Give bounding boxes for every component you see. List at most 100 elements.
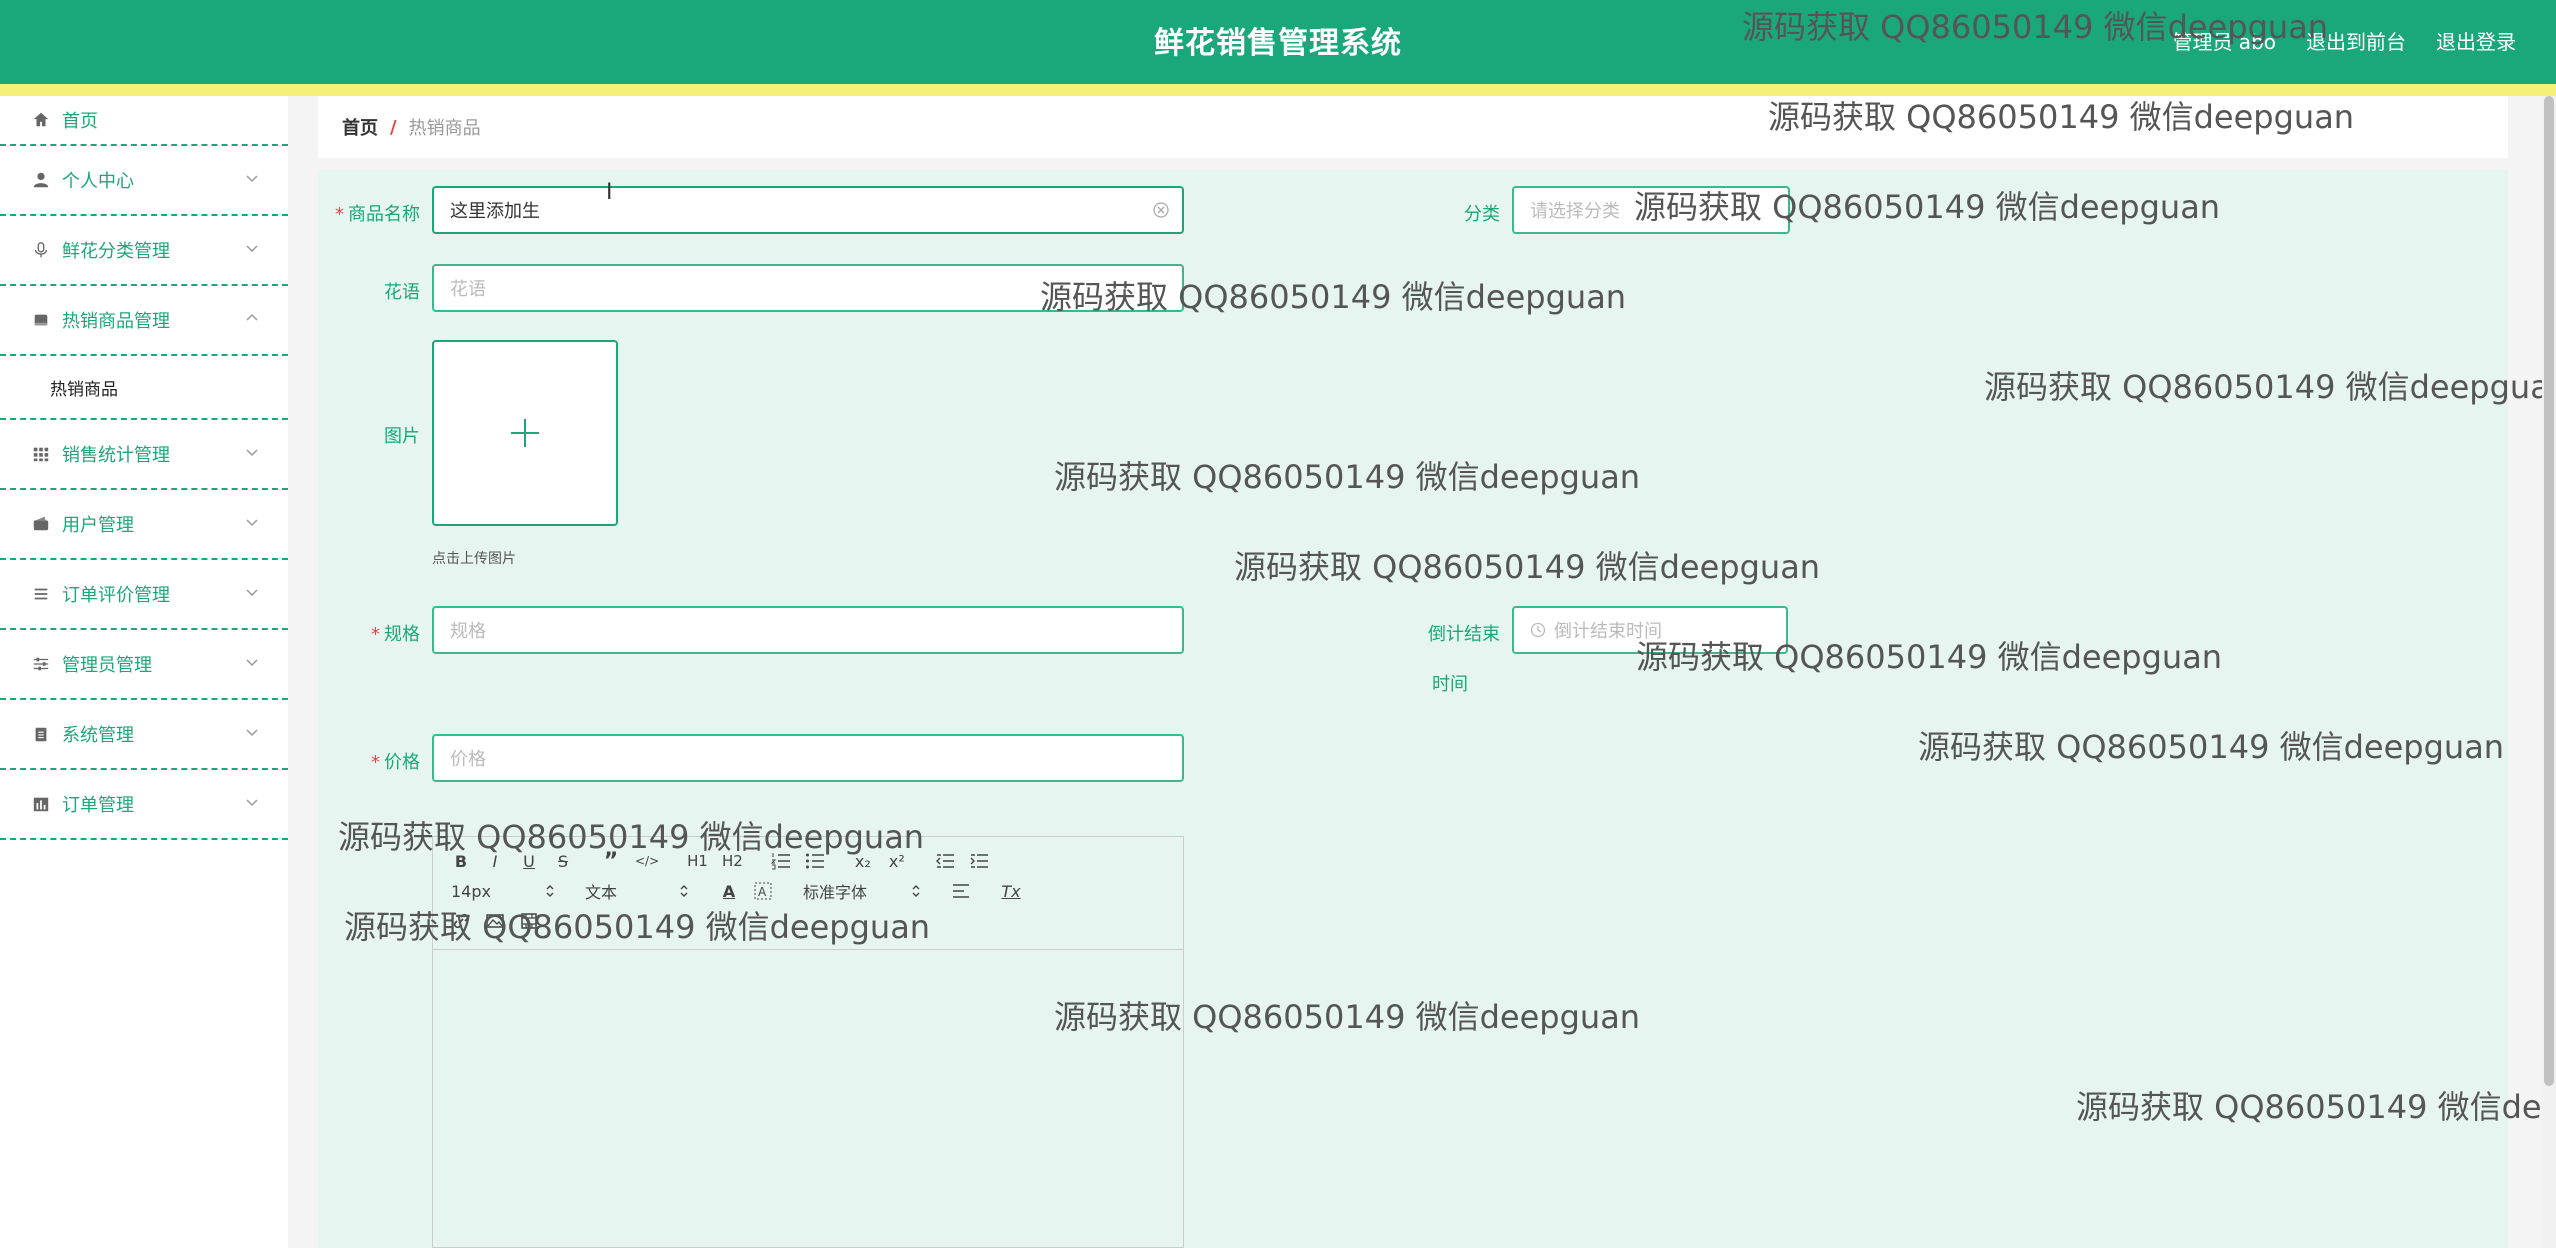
text-cursor-icon: I [606, 180, 613, 205]
video-button[interactable] [519, 909, 539, 933]
highlight-icon: A [754, 882, 772, 900]
indent-icon [970, 854, 988, 868]
sidebar-item-label: 销售统计管理 [62, 445, 170, 466]
editor-toolbar: B I U S ” </> H1 H2 x₂ x² 14px 文本 A A 标准… [433, 837, 1183, 950]
sidebar-subitem-hot-products[interactable]: 热销商品 [0, 356, 288, 420]
clear-format-button[interactable]: Tx [1001, 879, 1021, 903]
font-family-value: 标准字体 [803, 883, 868, 902]
chevron-down-icon [246, 175, 258, 183]
subscript-button[interactable]: x₂ [853, 849, 873, 873]
ordered-list-button[interactable] [770, 849, 791, 873]
blockquote-button[interactable]: ” [601, 849, 621, 874]
outdent-icon [935, 854, 954, 868]
toolbar-row-2: 14px 文本 A A 标准字体 Tx [451, 879, 1035, 903]
clock-icon [1530, 622, 1546, 638]
underline-button[interactable]: U [519, 849, 539, 873]
chevron-down-icon [246, 449, 258, 457]
clear-icon[interactable] [1152, 201, 1170, 219]
chevron-down-icon [246, 589, 258, 597]
plus-icon [511, 419, 539, 447]
italic-button[interactable]: I [485, 849, 505, 873]
header-actions: 管理员 abo 退出到前台 退出登录 [2172, 26, 2516, 55]
sidebar-item-flower-category[interactable]: 鲜花分类管理 [0, 216, 288, 286]
heading1-button[interactable]: H1 [687, 849, 708, 873]
align-left-icon [953, 884, 969, 898]
scrollbar-thumb[interactable] [2544, 96, 2554, 1086]
video-icon [521, 913, 537, 929]
text-format-select[interactable]: 文本 [585, 879, 689, 903]
breadcrumb-home[interactable]: 首页 [342, 114, 378, 140]
sidebar-item-order-reviews[interactable]: 订单评价管理 [0, 560, 288, 630]
flower-language-placeholder: 花语 [450, 279, 486, 300]
category-select[interactable]: 请选择分类 [1512, 186, 1790, 234]
spec-placeholder: 规格 [450, 621, 486, 642]
text-format-value: 文本 [585, 883, 618, 902]
link-button[interactable] [451, 909, 471, 933]
sidebar-item-home[interactable]: 首页 [0, 96, 288, 146]
rich-text-editor[interactable]: B I U S ” </> H1 H2 x₂ x² 14px 文本 A A 标准… [432, 836, 1184, 1248]
list-icon [30, 583, 52, 605]
strikethrough-button[interactable]: S [553, 849, 573, 873]
category-placeholder: 请选择分类 [1530, 201, 1620, 222]
sidebar-item-sales-stats[interactable]: 销售统计管理 [0, 420, 288, 490]
editor-content-area[interactable] [433, 950, 1183, 1248]
sidebar-item-hot-products[interactable]: 热销商品管理 [0, 286, 288, 356]
background-color-button[interactable]: A [753, 879, 773, 903]
code-block-button[interactable]: </> [635, 849, 659, 873]
flower-language-input[interactable]: 花语 [432, 264, 1184, 312]
countdown-label-line2: 时间 [1432, 674, 1468, 695]
bullet-list-button[interactable] [805, 849, 825, 873]
toolbar-row-1: B I U S ” </> H1 H2 x₂ x² [451, 849, 1003, 874]
heading2-button[interactable]: H2 [722, 849, 743, 873]
flower-language-label: 花语 [384, 282, 420, 303]
image-button[interactable] [485, 909, 505, 933]
price-input[interactable]: 价格 [432, 734, 1184, 782]
current-user-label: 管理员 abo [2172, 30, 2276, 54]
font-size-select[interactable]: 14px [451, 882, 555, 901]
header-accent-strip [0, 84, 2556, 96]
chevron-down-icon [246, 245, 258, 253]
sidebar-item-label: 订单评价管理 [62, 585, 170, 606]
countdown-placeholder: 倒计结束时间 [1554, 621, 1662, 642]
image-upload-button[interactable] [432, 340, 618, 526]
link-icon [453, 913, 469, 929]
category-label: 分类 [1464, 204, 1500, 225]
breadcrumb: 首页 / 热销商品 [318, 96, 2508, 158]
grid-icon [30, 443, 52, 465]
outdent-button[interactable] [935, 849, 955, 873]
back-to-front-link[interactable]: 退出到前台 [2306, 26, 2406, 55]
product-name-label: * 商品名称 [335, 204, 420, 225]
user-icon [30, 169, 52, 191]
font-family-select[interactable]: 标准字体 [803, 879, 921, 903]
chevron-down-icon [246, 659, 258, 667]
indent-button[interactable] [969, 849, 989, 873]
breadcrumb-current: 热销商品 [408, 118, 481, 139]
sidebar-item-personal-center[interactable]: 个人中心 [0, 146, 288, 216]
chevron-down-icon [246, 799, 258, 807]
logout-link[interactable]: 退出登录 [2436, 26, 2516, 55]
superscript-button[interactable]: x² [887, 849, 907, 873]
bullet-list-icon [805, 853, 824, 869]
countdown-datetime-picker[interactable]: 倒计结束时间 [1512, 606, 1788, 654]
updown-arrow-icon [680, 885, 688, 897]
updown-arrow-icon [546, 885, 554, 897]
sidebar-item-system-management[interactable]: 系统管理 [0, 700, 288, 770]
sidebar-item-label: 个人中心 [62, 171, 134, 192]
align-button[interactable] [951, 879, 971, 903]
sidebar-item-user-management[interactable]: 用户管理 [0, 490, 288, 560]
sidebar-item-label: 系统管理 [62, 725, 134, 746]
sidebar-item-label: 管理员管理 [62, 655, 152, 676]
svg-text:A: A [758, 885, 767, 899]
spec-input[interactable]: 规格 [432, 606, 1184, 654]
product-name-input[interactable]: 这里添加生 [432, 186, 1184, 234]
wallet-icon [30, 513, 52, 535]
home-icon [30, 109, 52, 131]
sliders-icon [30, 653, 52, 675]
image-label: 图片 [384, 426, 420, 447]
countdown-label: 倒计结束 [1428, 624, 1500, 645]
sidebar-item-order-management[interactable]: 订单管理 [0, 770, 288, 840]
bold-button[interactable]: B [451, 849, 471, 873]
top-header: 鲜花销售管理系统 管理员 abo 退出到前台 退出登录 [0, 0, 2556, 84]
font-color-button[interactable]: A [719, 879, 739, 903]
sidebar-item-admin-management[interactable]: 管理员管理 [0, 630, 288, 700]
